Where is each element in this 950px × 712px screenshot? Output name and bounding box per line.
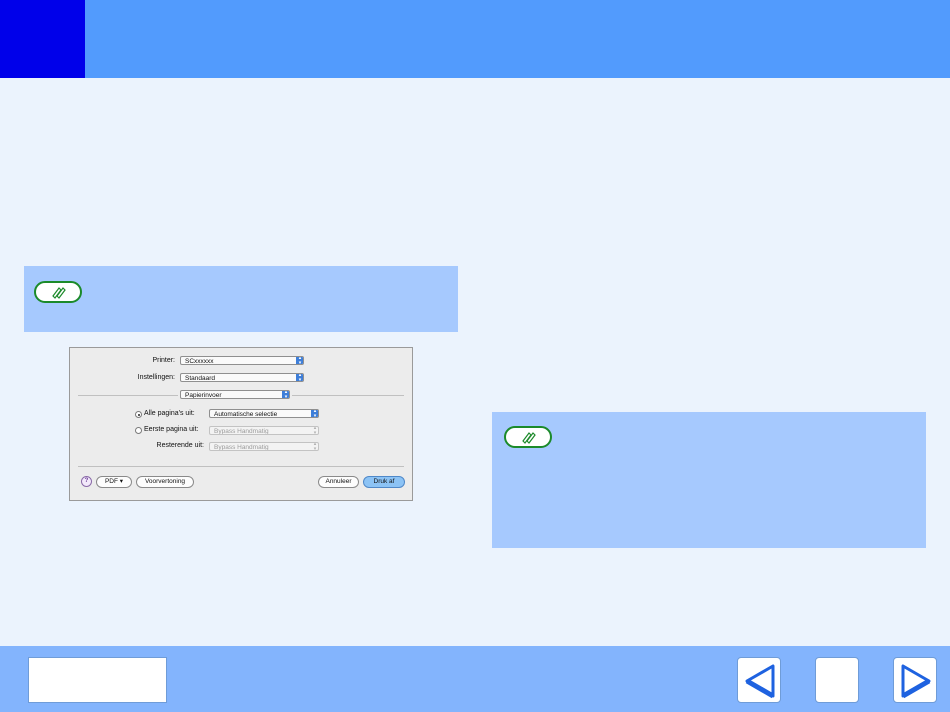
panel-value: Papierinvoer bbox=[185, 392, 222, 399]
printer-popup[interactable]: SCxxxxxx ▴ ▾ bbox=[180, 356, 304, 365]
print-button[interactable]: Druk af bbox=[363, 476, 405, 488]
arrow-left-icon bbox=[745, 664, 775, 699]
all-pages-radio[interactable] bbox=[135, 411, 142, 418]
contents-button[interactable] bbox=[28, 657, 167, 703]
arrow-right-icon bbox=[901, 664, 931, 699]
popup-arrows-icon: ▴ ▾ bbox=[313, 426, 317, 435]
remaining-popup[interactable]: Bypass Handmatig ▴ ▾ bbox=[209, 442, 319, 451]
divider-right bbox=[292, 395, 404, 396]
chapter-marker bbox=[0, 0, 85, 78]
next-page-button[interactable] bbox=[893, 657, 937, 703]
settings-value: Standaard bbox=[185, 375, 215, 382]
divider-left bbox=[78, 395, 178, 396]
note-pencil-icon bbox=[504, 426, 552, 448]
settings-popup[interactable]: Standaard ▴ ▾ bbox=[180, 373, 304, 382]
pdf-button[interactable]: PDF ▾ bbox=[96, 476, 132, 488]
printer-value: SCxxxxxx bbox=[185, 358, 214, 365]
all-pages-value: Automatische selectie bbox=[214, 411, 278, 418]
cancel-button[interactable]: Annuleer bbox=[318, 476, 359, 488]
first-page-value: Bypass Handmatig bbox=[214, 428, 269, 435]
popup-arrows-icon: ▴ ▾ bbox=[282, 391, 289, 398]
first-page-popup[interactable]: Bypass Handmatig ▴ ▾ bbox=[209, 426, 319, 435]
popup-arrows-icon: ▴ ▾ bbox=[296, 357, 303, 364]
first-page-radio[interactable] bbox=[135, 427, 142, 434]
prev-page-button[interactable] bbox=[737, 657, 781, 703]
popup-arrows-icon: ▴ ▾ bbox=[296, 374, 303, 381]
note-box-right bbox=[492, 412, 926, 548]
print-dialog: Printer: SCxxxxxx ▴ ▾ Instellingen: Stand… bbox=[69, 347, 413, 501]
page-footer bbox=[0, 646, 950, 712]
note-pencil-icon bbox=[34, 281, 82, 303]
page-header bbox=[0, 0, 950, 78]
remaining-label: Resterende uit: bbox=[156, 442, 204, 449]
dialog-divider bbox=[78, 466, 404, 467]
all-pages-label: Alle pagina's uit: bbox=[144, 410, 195, 417]
printer-label: Printer: bbox=[152, 357, 175, 364]
home-button[interactable] bbox=[815, 657, 859, 703]
panel-popup[interactable]: Papierinvoer ▴ ▾ bbox=[180, 390, 290, 399]
first-page-label: Eerste pagina uit: bbox=[144, 426, 199, 433]
note-box-left bbox=[24, 266, 458, 332]
help-icon[interactable]: ? bbox=[81, 476, 92, 487]
popup-arrows-icon: ▴ ▾ bbox=[311, 410, 318, 417]
remaining-value: Bypass Handmatig bbox=[214, 444, 269, 451]
all-pages-popup[interactable]: Automatische selectie ▴ ▾ bbox=[209, 409, 319, 418]
popup-arrows-icon: ▴ ▾ bbox=[313, 442, 317, 451]
preview-button[interactable]: Voorvertoning bbox=[136, 476, 194, 488]
settings-label: Instellingen: bbox=[137, 374, 175, 381]
